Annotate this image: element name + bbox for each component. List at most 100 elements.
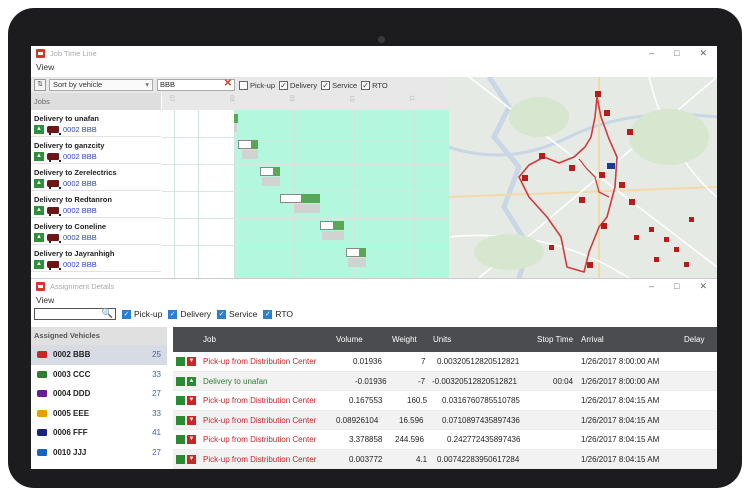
- truck-icon: [37, 370, 47, 378]
- vehicle-item[interactable]: 0002 BBB 25: [31, 345, 167, 365]
- vehicle-count: 27: [152, 389, 161, 399]
- vehicle-filter-input[interactable]: BBB ✕: [157, 79, 235, 91]
- maximize-icon[interactable]: □: [674, 281, 679, 292]
- delivery-icon: ▲: [34, 152, 44, 161]
- minimize-icon[interactable]: –: [649, 48, 654, 59]
- vehicle-item[interactable]: 0010 JJJ 27: [31, 443, 167, 463]
- ruler-tick: 10: [348, 95, 354, 102]
- gantt-bar[interactable]: [238, 140, 252, 149]
- job-row[interactable]: Delivery to Jayranhigh ▲ 0002 BBB: [31, 245, 161, 272]
- details-titlebar: Assignment Details – □ ✕: [31, 279, 717, 293]
- checkbox-rto[interactable]: ✓ RTO: [361, 80, 388, 90]
- job-vehicle[interactable]: 0002 BBB: [63, 206, 97, 215]
- filter-rto-box[interactable]: ✓: [263, 309, 273, 319]
- job-row[interactable]: Delivery to Zerelectrics ▲ 0002 BBB: [31, 164, 161, 191]
- vehicle-item[interactable]: 0006 FFF 41: [31, 423, 167, 443]
- cell-volume: 3.378858: [349, 435, 383, 444]
- checkbox-service[interactable]: ✓ Service: [321, 80, 357, 90]
- table-row[interactable]: ▼ Pick-up from Distribution Center 0.167…: [173, 391, 717, 411]
- search-icon[interactable]: 🔍: [102, 308, 113, 319]
- gantt-bar[interactable]: [280, 194, 302, 203]
- timeline-window-title: Job Time Line: [50, 48, 97, 58]
- job-title: Delivery to ganzcity: [34, 141, 105, 150]
- menu-view[interactable]: View: [36, 295, 54, 305]
- job-vehicle[interactable]: 0002 BBB: [63, 233, 97, 242]
- checkbox-pickup-label: Pick-up: [250, 80, 276, 90]
- table-row[interactable]: ▼ Pick-up from Distribution Center 3.378…: [173, 430, 717, 450]
- sort-select[interactable]: Sort by vehicle ▾: [49, 79, 153, 91]
- filter-pickup-box[interactable]: ✓: [122, 309, 131, 319]
- route-map[interactable]: [449, 77, 717, 278]
- timeline-titlebar: Job Time Line – □ ✕: [31, 46, 717, 60]
- cell-job: Pick-up from Distribution Center: [203, 435, 317, 444]
- gantt-bar[interactable]: [320, 221, 334, 230]
- checkbox-pickup[interactable]: Pick-up: [239, 80, 276, 90]
- column-delay[interactable]: Delay: [684, 335, 704, 344]
- column-stop-time[interactable]: Stop Time: [537, 335, 573, 344]
- chevron-down-icon: ▾: [145, 80, 149, 89]
- truck-icon: [47, 207, 61, 216]
- cell-units: 0.242772435897436: [447, 435, 521, 444]
- table-row[interactable]: ▼ Pick-up from Distribution Center 0.003…: [173, 449, 717, 469]
- filter-service-box[interactable]: ✓: [217, 309, 227, 319]
- checkbox-pickup-box[interactable]: [239, 80, 248, 90]
- grid-row-line: [162, 137, 449, 138]
- ruler-tick: 08: [228, 95, 234, 102]
- pickup-icon: ▼: [187, 396, 196, 405]
- job-row[interactable]: Delivery to Redtanron ▲ 0002 BBB: [31, 191, 161, 218]
- filter-pickup[interactable]: ✓ Pick-up: [122, 309, 162, 319]
- delivery-icon: ▲: [34, 260, 44, 269]
- checkbox-delivery[interactable]: ✓ Delivery: [279, 80, 317, 90]
- cell-arrival: 1/26/2017 8:00:00 AM: [581, 376, 660, 386]
- job-vehicle[interactable]: 0002 BBB: [63, 260, 97, 269]
- vehicle-item[interactable]: 0004 DDD 27: [31, 384, 167, 404]
- clear-filter-icon[interactable]: ✕: [224, 79, 232, 89]
- gantt-bar[interactable]: [234, 114, 238, 123]
- checkbox-service-box[interactable]: ✓: [321, 80, 331, 90]
- vehicle-item[interactable]: 0005 EEE 33: [31, 404, 167, 424]
- filter-service[interactable]: ✓ Service: [217, 309, 257, 319]
- assignment-table: Job Volume Weight Units Stop Time Arriva…: [173, 327, 717, 469]
- grid-line: [234, 110, 235, 278]
- job-vehicle[interactable]: 0002 BBB: [63, 179, 97, 188]
- grid-row-line: [162, 245, 449, 246]
- filter-delivery[interactable]: ✓ Delivery: [168, 309, 211, 319]
- filter-delivery-box[interactable]: ✓: [168, 309, 178, 319]
- close-icon[interactable]: ✕: [699, 281, 707, 292]
- pickup-icon: ▼: [187, 454, 196, 464]
- table-row[interactable]: ▼ Pick-up from Distribution Center 0.019…: [173, 352, 717, 372]
- gantt-bar-shadow: [262, 177, 280, 186]
- close-icon[interactable]: ✕: [699, 48, 707, 59]
- column-job[interactable]: Job: [203, 335, 216, 344]
- filter-rto[interactable]: ✓ RTO: [263, 309, 293, 319]
- gantt-bar[interactable]: [346, 248, 360, 257]
- job-title: Delivery to Jayranhigh: [34, 249, 115, 258]
- menu-view[interactable]: View: [36, 62, 54, 72]
- column-arrival[interactable]: Arrival: [581, 335, 604, 344]
- cell-job: Pick-up from Distribution Center: [203, 415, 317, 425]
- job-row[interactable]: Delivery to ganzcity ▲ 0002 BBB: [31, 137, 161, 164]
- delivery-icon: ▲: [34, 233, 44, 242]
- table-row[interactable]: ▲ Delivery to unafan -0.01936 -7 -0.0032…: [173, 371, 717, 391]
- table-row[interactable]: ▼ Pick-up from Distribution Center 0.089…: [173, 410, 717, 430]
- timeline-grid[interactable]: [162, 110, 449, 278]
- gantt-bar[interactable]: [260, 167, 274, 176]
- job-vehicle[interactable]: 0002 BBB: [63, 125, 97, 134]
- vehicle-item[interactable]: 0003 CCC 33: [31, 365, 167, 385]
- checkbox-rto-box[interactable]: ✓: [361, 80, 371, 90]
- sort-order-icon[interactable]: ⇅: [34, 79, 46, 91]
- column-weight[interactable]: Weight: [392, 335, 417, 344]
- checkbox-delivery-box[interactable]: ✓: [279, 80, 289, 90]
- cell-arrival: 1/26/2017 8:04:15 AM: [581, 454, 660, 464]
- cell-job: Pick-up from Distribution Center: [203, 396, 317, 405]
- job-vehicle[interactable]: 0002 BBB: [63, 152, 97, 161]
- job-row[interactable]: Delivery to Coneline ▲ 0002 BBB: [31, 218, 161, 245]
- column-volume[interactable]: Volume: [336, 335, 363, 344]
- minimize-icon[interactable]: –: [649, 281, 654, 292]
- map-canvas[interactable]: [449, 77, 717, 278]
- maximize-icon[interactable]: □: [674, 48, 679, 59]
- job-row[interactable]: Delivery to unafan ▲ 0002 BBB: [31, 110, 161, 137]
- column-units[interactable]: Units: [433, 335, 451, 344]
- cell-units: -0.00320512820512821: [432, 376, 517, 386]
- search-input[interactable]: 🔍: [34, 308, 116, 320]
